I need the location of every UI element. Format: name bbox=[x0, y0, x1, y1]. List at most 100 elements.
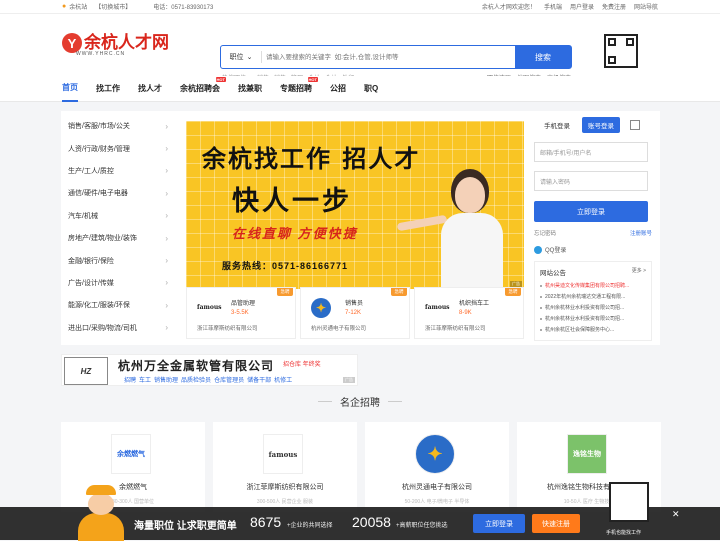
nav-find-talent[interactable]: 找人才 bbox=[138, 76, 162, 102]
ad-hiring-tag: 招仓库 年终奖 bbox=[283, 362, 321, 368]
ad-company-name: 杭州万全金属软管有限公司 bbox=[118, 359, 275, 373]
notice-more-link[interactable]: 更多 > bbox=[632, 267, 646, 277]
login-button[interactable]: 立即登录 bbox=[534, 201, 648, 222]
ad-logo: HZ bbox=[64, 357, 108, 385]
search-button[interactable]: 搜索 bbox=[515, 46, 571, 68]
banner-headline: 余杭找工作 招人才 bbox=[202, 145, 421, 173]
mascot-image bbox=[72, 479, 132, 541]
footer-login-button[interactable]: 立即登录 bbox=[473, 514, 525, 533]
company-card[interactable]: famous 浙江菲摩斯纺织有限公司 300-500人 民营企业 服装 bbox=[213, 422, 357, 512]
footer-slogan: 海量职位 让求职更简单 bbox=[134, 521, 237, 532]
company-logo: famous bbox=[197, 303, 222, 311]
company-card[interactable]: ✦ 杭州灵通电子有限公司 50-200人 电子/微电子 半导体 bbox=[365, 422, 509, 512]
company-count-label: +企业的共同选择 bbox=[287, 523, 333, 529]
notice-item[interactable]: 杭州昊迪文化传媒集团有限公司招聘... bbox=[535, 280, 651, 291]
main-panel: 销售/客服/市场/公关 › 人资/行政/财务/管理 › 生产/工人/质控 › 通信/硬… bbox=[61, 111, 660, 345]
chevron-right-icon: › bbox=[165, 323, 168, 333]
job-card[interactable]: famous 品管助理 3-5.5K 浙江菲摩斯纺织有限公司 急聘 bbox=[186, 287, 296, 339]
username-field[interactable]: 邮箱/手机号/用户名 bbox=[534, 142, 648, 162]
main-nav: 首页 找工作 找人才 余杭招聘会 HOT 找兼职 专题招聘 HOT 公招 职Q bbox=[0, 76, 720, 102]
switch-city-link[interactable]: 【切换城市】 bbox=[95, 2, 131, 11]
notice-item[interactable]: 2022年杭州余杭瑞达交通工程有限... bbox=[535, 291, 651, 302]
chevron-right-icon: › bbox=[165, 166, 168, 176]
company-ad[interactable]: HZ 杭州万全金属软管有限公司 招仓库 年终奖 招聘 车工 销售助理 品质检验员 仓库管… bbox=[61, 354, 358, 386]
banner-hotline: 服务热线：0571-86166771 bbox=[222, 261, 349, 271]
category-item[interactable]: 进出口/采购/物流/司机 › bbox=[61, 317, 176, 339]
category-item[interactable]: 人资/行政/财务/管理 › bbox=[61, 137, 176, 159]
notice-panel: 网站公告 更多 > 杭州昊迪文化传媒集团有限公司招聘... 2022年杭州余杭瑞达… bbox=[534, 261, 652, 341]
nav-find-job[interactable]: 找工作 bbox=[96, 76, 120, 102]
category-item[interactable]: 房地产/建筑/物业/装饰 › bbox=[61, 227, 176, 249]
nav-public[interactable]: 公招 bbox=[330, 76, 346, 102]
nav-zhiq[interactable]: 职Q bbox=[364, 76, 378, 102]
banner-subheadline: 快人一步 bbox=[232, 186, 352, 217]
qr-login-icon[interactable] bbox=[630, 120, 640, 130]
tab-account-login[interactable]: 账号登录 bbox=[582, 117, 620, 133]
search-type-select[interactable]: 职位 ⌄ bbox=[221, 46, 261, 68]
job-card[interactable]: famous 机织挡车工 8-9K 浙江菲摩斯纺织有限公司 急聘 bbox=[414, 287, 524, 339]
company-logo: famous bbox=[425, 303, 450, 311]
logo-text: 余杭人才网 bbox=[84, 33, 169, 53]
chevron-right-icon: › bbox=[165, 188, 168, 198]
nav-special[interactable]: 专题招聘 HOT bbox=[280, 76, 318, 102]
company-logo: famous bbox=[263, 434, 303, 474]
company-logo: 逸铭生物 bbox=[567, 434, 607, 474]
job-card[interactable]: ✦ 销售员 7-12K 杭州灵通电子有限公司 急聘 bbox=[300, 287, 410, 339]
company-logo: 余燃燃气 bbox=[111, 434, 151, 474]
notice-item[interactable]: 杭州余杭区社会保障服务中心... bbox=[535, 324, 651, 335]
category-item[interactable]: 生产/工人/质控 › bbox=[61, 160, 176, 182]
close-icon[interactable]: ✕ bbox=[672, 509, 680, 520]
nav-part-time[interactable]: 找兼职 bbox=[238, 76, 262, 102]
notice-item[interactable]: 杭州余杭林业水利投资有限公司招... bbox=[535, 313, 651, 324]
notice-item[interactable]: 杭州余杭林业水利投资有限公司招... bbox=[535, 302, 651, 313]
mobile-link[interactable]: 手机端 bbox=[544, 2, 562, 11]
banner-tagline: 在线直聊 方便快捷 bbox=[232, 226, 358, 241]
location-icon: ● bbox=[62, 3, 67, 10]
job-company: 浙江菲摩斯纺织有限公司 bbox=[197, 326, 258, 332]
nav-job-fair[interactable]: 余杭招聘会 HOT bbox=[180, 76, 226, 102]
company-name: 浙江菲摩斯纺织有限公司 bbox=[246, 484, 324, 491]
hot-badge: HOT bbox=[215, 76, 226, 82]
top-bar: ● 余杭站 【切换城市】 电话：0571-83930173 余杭人才网欢迎您！ … bbox=[0, 0, 720, 14]
company-meta: 300-500人 民营企业 服装 bbox=[256, 499, 314, 505]
tab-phone-login[interactable]: 手机登录 bbox=[538, 117, 576, 133]
category-item[interactable]: 广告/设计/传媒 › bbox=[61, 272, 176, 294]
banner-person-image bbox=[396, 177, 503, 289]
category-item[interactable]: 通信/硬件/电子电器 › bbox=[61, 182, 176, 204]
company-name: 杭州灵通电子有限公司 bbox=[402, 484, 472, 491]
chevron-right-icon: › bbox=[165, 256, 168, 266]
category-item[interactable]: 能源/化工/服装/环保 › bbox=[61, 294, 176, 316]
site-nav-link[interactable]: 网站导航 bbox=[634, 2, 658, 11]
job-title: 品管助理 bbox=[231, 301, 256, 307]
urgent-badge: 急聘 bbox=[505, 288, 521, 296]
chevron-right-icon: › bbox=[165, 121, 168, 131]
search-input[interactable] bbox=[261, 51, 515, 63]
category-item[interactable]: 金融/银行/保险 › bbox=[61, 249, 176, 271]
forgot-password-link[interactable]: 忘记密码 bbox=[534, 229, 556, 237]
qq-icon bbox=[534, 245, 542, 254]
password-field[interactable]: 请输入密码 bbox=[534, 171, 648, 191]
ad-tag: 广告 bbox=[343, 377, 355, 383]
register-link[interactable]: 免费注册 bbox=[602, 2, 626, 11]
category-item[interactable]: 销售/客服/市场/公关 › bbox=[61, 115, 176, 137]
nav-home[interactable]: 首页 bbox=[62, 76, 78, 102]
company-cards: 余燃燃气 余燃燃气 30-300人 国营单位 famous 浙江菲摩斯纺织有限公… bbox=[61, 422, 661, 512]
qq-login[interactable]: QQ登录 bbox=[534, 245, 652, 254]
promo-banner[interactable]: 余杭找工作 招人才 快人一步 在线直聊 方便快捷 服务热线：0571-86166… bbox=[186, 121, 524, 289]
featured-jobs: famous 品管助理 3-5.5K 浙江菲摩斯纺织有限公司 急聘 ✦ 销售员 … bbox=[186, 287, 524, 339]
section-title: 名企招聘 bbox=[0, 394, 720, 409]
company-count: 8675 bbox=[250, 514, 282, 530]
chevron-right-icon: › bbox=[165, 211, 168, 221]
chevron-right-icon: › bbox=[165, 233, 168, 243]
job-salary: 3-5.5K bbox=[231, 310, 249, 316]
user-login-link[interactable]: 用户登录 bbox=[570, 2, 594, 11]
phone-label: 电话：0571-83930173 bbox=[153, 5, 214, 11]
register-account-link[interactable]: 注册账号 bbox=[630, 229, 652, 237]
logo-mark-icon: Y bbox=[62, 33, 82, 53]
job-salary: 8-9K bbox=[459, 310, 472, 316]
signup-bar: 海量职位 让求职更简单 8675 +企业的共同选择 20058 +高薪职位任您挑… bbox=[0, 482, 720, 541]
site-logo[interactable]: Y 余杭人才网 WWW.YHRC.CN bbox=[62, 33, 169, 57]
category-item[interactable]: 汽车/机械 › bbox=[61, 205, 176, 227]
footer-register-button[interactable]: 快速注册 bbox=[532, 514, 580, 533]
category-list: 销售/客服/市场/公关 › 人资/行政/财务/管理 › 生产/工人/质控 › 通信/硬… bbox=[61, 111, 176, 345]
